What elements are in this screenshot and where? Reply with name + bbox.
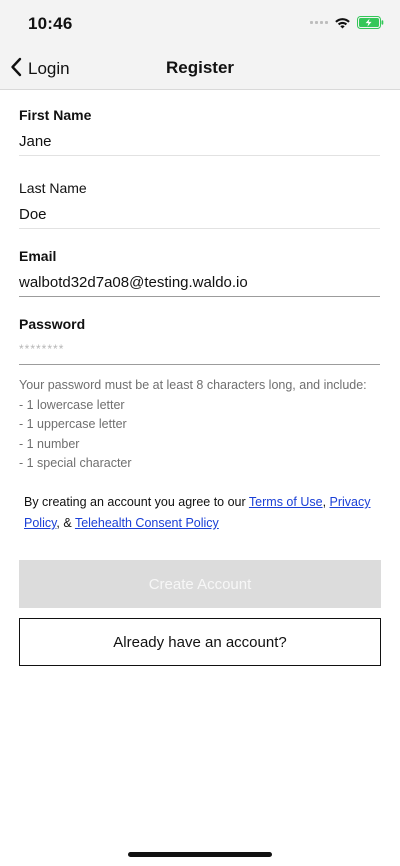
home-indicator xyxy=(128,852,272,857)
password-rule-item: - 1 special character xyxy=(19,456,132,470)
email-underline xyxy=(19,296,380,297)
first-name-field[interactable]: First Name Jane xyxy=(19,107,380,156)
password-rule-item: - 1 number xyxy=(19,436,80,451)
status-time: 10:46 xyxy=(28,14,73,33)
terms-separator: , & xyxy=(56,516,75,530)
password-rule-item: - 1 uppercase letter xyxy=(19,417,127,431)
password-underline xyxy=(19,364,380,365)
last-name-label: Last Name xyxy=(19,180,87,196)
register-screen: 10:46 Login Register First Name Jane Las… xyxy=(0,0,400,866)
battery-icon xyxy=(357,16,384,29)
nav-bar: Login Register xyxy=(0,48,400,90)
page-title: Register xyxy=(165,58,235,77)
first-name-label: First Name xyxy=(19,107,92,123)
password-rules: Your password must be at least 8 charact… xyxy=(19,376,380,474)
status-bar: 10:46 xyxy=(0,0,400,48)
password-label: Password xyxy=(19,316,86,332)
last-name-field[interactable]: Last Name Doe xyxy=(19,180,380,229)
email-field[interactable]: Email walbotd32d7a08@testing.waldo.io xyxy=(19,248,380,297)
terms-text: By creating an account you agree to our … xyxy=(24,492,376,534)
password-rules-intro: Your password must be at least 8 charact… xyxy=(19,378,367,392)
signal-icon xyxy=(310,21,328,24)
wifi-icon xyxy=(334,16,351,29)
first-name-underline xyxy=(19,155,380,156)
email-value[interactable]: walbotd32d7a08@testing.waldo.io xyxy=(19,274,380,291)
terms-prefix: By creating an account you agree to our xyxy=(24,495,249,509)
last-name-value[interactable]: Doe xyxy=(19,206,380,223)
create-account-button[interactable]: Create Account xyxy=(19,560,381,608)
last-name-underline xyxy=(19,228,380,229)
terms-of-use-link[interactable]: Terms of Use xyxy=(249,495,323,509)
first-name-value[interactable]: Jane xyxy=(19,133,380,150)
password-rule-item: - 1 lowercase letter xyxy=(19,397,125,412)
password-input[interactable]: ******** xyxy=(19,342,380,356)
email-label: Email xyxy=(19,248,57,264)
already-have-account-button[interactable]: Already have an account? xyxy=(19,618,381,666)
telehealth-consent-link[interactable]: Telehealth Consent Policy xyxy=(75,516,219,530)
password-field[interactable]: Password ******** xyxy=(19,316,380,365)
terms-separator: , xyxy=(322,495,330,509)
status-icons xyxy=(310,16,384,29)
